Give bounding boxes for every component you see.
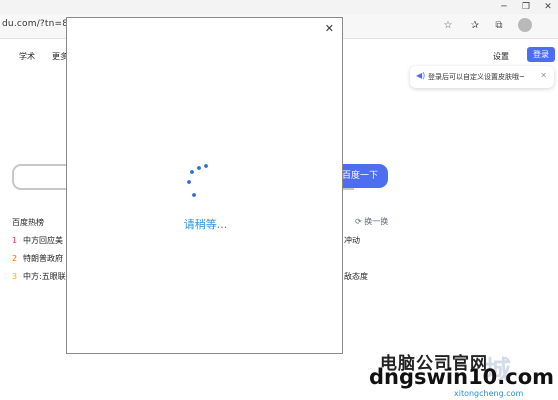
close-window-icon[interactable]: ✕ — [537, 0, 558, 14]
hot-list-item[interactable]: 1 中方回应美 — [12, 235, 63, 246]
collections-icon[interactable]: ⧉ — [491, 18, 507, 34]
hot-list-title: 百度热榜 — [12, 218, 44, 227]
search-button-label: 百度一下 — [341, 171, 378, 181]
favorites-icon[interactable]: ✰ — [467, 18, 483, 34]
watermark-domain: dngswin10.com — [369, 365, 555, 389]
settings-link[interactable]: 设置 — [493, 51, 509, 62]
hot-item-text: 中方:五眼联 — [23, 272, 66, 281]
address-bar[interactable]: du.com/?tn=80 — [2, 19, 74, 29]
hot-list-item[interactable]: 3 中方:五眼联 — [12, 271, 66, 282]
hot-rank: 2 — [12, 254, 18, 263]
hot-rank: 3 — [12, 272, 18, 281]
hot-list-item[interactable]: 2 特朗普政府 — [12, 253, 63, 264]
window-titlebar: ─ ❐ ✕ — [0, 0, 558, 14]
close-icon[interactable]: ✕ — [540, 71, 547, 80]
tip-text: 登录后可以自定义设置皮肤哦~ — [428, 73, 525, 81]
hot-rank: 1 — [12, 236, 18, 245]
hot-item-text: 中方回应美 — [23, 236, 63, 245]
skin-tip-popup: ◀) 登录后可以自定义设置皮肤哦~ ✕ — [410, 66, 554, 88]
login-button[interactable]: 登录 — [527, 47, 555, 62]
watermark-subdomain: xitongcheng.com — [454, 389, 524, 398]
nav-link-xueshu[interactable]: 学术 — [19, 51, 35, 62]
loading-dialog: ✕ 请稍等... — [66, 17, 343, 354]
star-icon[interactable]: ☆ — [440, 18, 456, 34]
speaker-icon: ◀) — [416, 71, 426, 80]
hot-list-item-right[interactable]: 冲动 — [344, 235, 360, 246]
refresh-label: 换一换 — [364, 217, 389, 226]
maximize-icon[interactable]: ❐ — [515, 0, 537, 14]
minimize-icon[interactable]: ─ — [493, 0, 515, 14]
profile-icon[interactable] — [518, 18, 532, 32]
hot-list-item-right[interactable]: 敌态度 — [344, 271, 368, 282]
loading-spinner-icon — [187, 164, 208, 197]
refresh-button[interactable]: ⟳ 换一换 — [355, 216, 388, 227]
hot-item-text: 特朗普政府 — [23, 254, 63, 263]
loading-text: 请稍等... — [183, 218, 228, 231]
